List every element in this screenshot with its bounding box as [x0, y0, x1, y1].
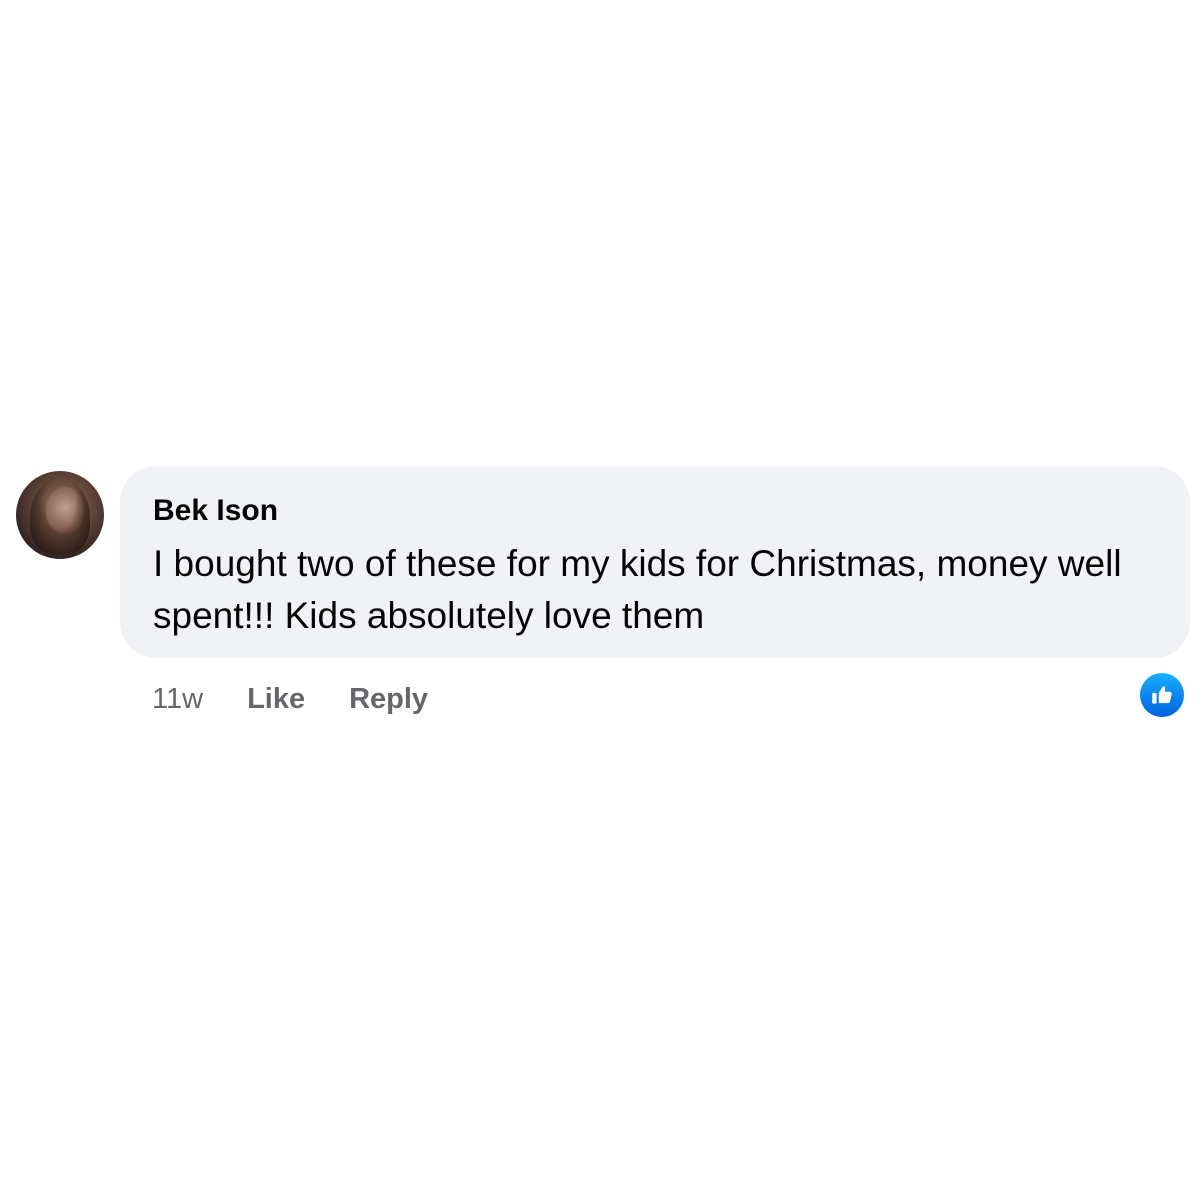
comment-bubble: Bek Ison I bought two of these for my ki…	[120, 466, 1190, 658]
avatar[interactable]	[16, 471, 104, 559]
avatar-hair	[30, 479, 90, 555]
thumbs-up-icon	[1152, 686, 1172, 704]
like-button[interactable]: Like	[247, 683, 305, 716]
like-reaction	[1140, 673, 1184, 717]
reply-button[interactable]: Reply	[349, 683, 428, 716]
comment-author[interactable]: Bek Ison	[153, 494, 278, 528]
comment-text: I bought two of these for my kids for Ch…	[153, 543, 1122, 636]
reaction-badge[interactable]	[1137, 670, 1187, 720]
comment-timestamp[interactable]: 11w	[152, 683, 203, 716]
comment-actions: 11w Like Reply	[152, 681, 472, 717]
